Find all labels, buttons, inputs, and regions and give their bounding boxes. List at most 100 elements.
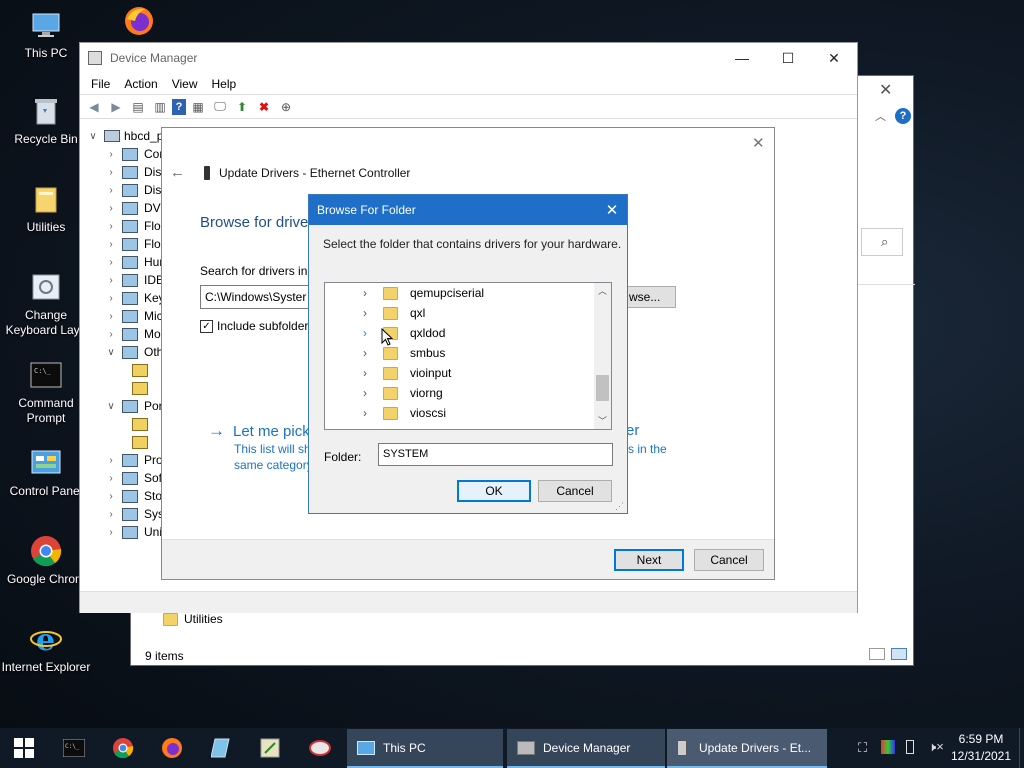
scroll-up-icon[interactable]: ︿ [594, 283, 611, 299]
folder-tree-item[interactable]: › vioscsi [325, 403, 446, 423]
folder-tree-item[interactable]: › qxl [325, 303, 425, 323]
menu-action[interactable]: Action [117, 77, 164, 91]
clock-time[interactable]: 6:59 PM [948, 732, 1014, 746]
desktop-icon-internet-explorer[interactable]: e Internet Explorer [0, 622, 92, 675]
chevron-right-icon[interactable]: › [106, 473, 116, 484]
folder-tree-item[interactable]: › vioinput [325, 363, 451, 383]
menu-help[interactable]: Help [205, 77, 244, 91]
desktop-icon-firefox[interactable] [94, 4, 184, 42]
driver-path-input[interactable]: C:\Windows\Syster [200, 285, 310, 309]
cancel-button[interactable]: Cancel [694, 549, 764, 571]
tree-root[interactable]: ∨ hbcd_p [88, 127, 163, 145]
tree-category[interactable]: › Flop [106, 217, 167, 235]
monitor-icon[interactable]: 🖵 [210, 97, 230, 117]
taskbar-window-device-manager[interactable]: Device Manager [507, 729, 665, 768]
tree-category[interactable]: › IDE [106, 271, 164, 289]
color-app-icon[interactable] [881, 740, 895, 754]
tree-category[interactable]: › Disk [106, 163, 167, 181]
tree-category[interactable]: › Pro [106, 451, 162, 469]
maximize-button[interactable]: ☐ [765, 43, 811, 73]
let-me-pick-link-tail[interactable]: er [626, 422, 639, 439]
taskbar-firefox[interactable] [148, 728, 196, 768]
next-button[interactable]: Next [614, 549, 684, 571]
chevron-down-icon[interactable]: ∨ [88, 131, 98, 142]
volume-muted-icon[interactable]: 🕨× [928, 739, 944, 755]
chevron-right-icon[interactable]: › [106, 491, 116, 502]
chevron-right-icon[interactable]: › [363, 286, 377, 300]
taskbar-window-update-drivers[interactable]: Update Drivers - Et... [667, 729, 827, 768]
taskbar-editor[interactable] [246, 728, 294, 768]
tree-category[interactable]: › Uni [106, 523, 162, 541]
tree-category[interactable]: › DVD [106, 199, 169, 217]
chevron-right-icon[interactable]: › [106, 185, 116, 196]
tree-category[interactable]: › Flop [106, 235, 167, 253]
usb-icon[interactable] [906, 740, 914, 754]
chevron-right-icon[interactable]: › [106, 203, 116, 214]
folder-tree-item[interactable]: › viorng [325, 383, 443, 403]
update-driver-icon[interactable]: ⬆ [232, 97, 252, 117]
chevron-right-icon[interactable]: › [106, 311, 116, 322]
chevron-right-icon[interactable]: › [363, 406, 377, 420]
chevron-right-icon[interactable]: › [106, 275, 116, 286]
chevron-right-icon[interactable]: › [106, 221, 116, 232]
taskbar-command-prompt[interactable]: C:\_ [50, 728, 98, 768]
folder-tree-item[interactable]: › qemupciserial [325, 283, 484, 303]
tree-category[interactable]: › Key [106, 289, 164, 307]
tree-category[interactable]: › Mic [106, 307, 162, 325]
checkbox-checked-icon[interactable]: ✓ [200, 319, 213, 333]
vertical-scrollbar[interactable]: ︿ ﹀ [594, 283, 611, 429]
browse-button[interactable]: wse... [626, 286, 676, 308]
list-view-icon[interactable]: ▥ [150, 97, 170, 117]
network-icon[interactable]: ⛶ [858, 740, 867, 756]
start-button[interactable] [0, 728, 48, 768]
help-icon[interactable]: ? [895, 108, 911, 124]
include-subfolders-checkbox[interactable]: ✓ Include subfolder [200, 319, 308, 333]
menu-view[interactable]: View [165, 77, 205, 91]
tree-child-device[interactable] [132, 361, 154, 379]
minimize-button[interactable]: — [719, 43, 765, 73]
chevron-up-icon[interactable]: ︿ [875, 108, 886, 124]
taskbar-tool[interactable] [296, 728, 344, 768]
chevron-right-icon[interactable]: › [363, 386, 377, 400]
tree-category[interactable]: › Disp [106, 181, 168, 199]
chevron-right-icon[interactable]: › [106, 239, 116, 250]
tree-category[interactable]: › Mo [106, 325, 160, 343]
chevron-right-icon[interactable]: › [106, 167, 116, 178]
ok-button[interactable]: OK [457, 480, 531, 502]
help-icon[interactable]: ? [172, 98, 186, 115]
taskbar-notepad[interactable] [197, 728, 245, 768]
title-bar[interactable]: Browse For Folder ✕ [309, 195, 627, 225]
back-arrow-icon[interactable]: ← [170, 164, 185, 181]
show-hidden-icon[interactable]: ▦ [188, 97, 208, 117]
close-button[interactable]: ✕ [811, 43, 857, 73]
menu-file[interactable]: File [84, 77, 117, 91]
browse-for-folder-dialog[interactable]: Browse For Folder ✕ Select the folder th… [308, 194, 628, 514]
chevron-right-icon[interactable]: › [363, 306, 377, 320]
chevron-right-icon[interactable]: › [106, 455, 116, 466]
chevron-right-icon[interactable]: › [106, 329, 116, 340]
tree-child-device[interactable] [132, 379, 154, 397]
list-item[interactable]: Utilities [163, 612, 223, 626]
close-icon[interactable]: ✕ [879, 80, 892, 100]
tree-category[interactable]: › Soft [106, 469, 165, 487]
folder-input[interactable]: SYSTEM [378, 443, 613, 466]
download-icon[interactable]: ⊕ [276, 97, 296, 117]
let-me-pick-link[interactable]: → Let me pick [208, 421, 310, 441]
title-bar[interactable]: Device Manager — ☐ ✕ [80, 43, 857, 73]
cancel-button[interactable]: Cancel [538, 480, 612, 502]
close-icon[interactable]: ✕ [752, 134, 765, 152]
chevron-right-icon[interactable]: › [106, 257, 116, 268]
properties-icon[interactable]: ▤ [128, 97, 148, 117]
forward-arrow-icon[interactable]: ▶ [106, 97, 126, 117]
chevron-right-icon[interactable]: › [363, 326, 377, 340]
uninstall-icon[interactable]: ✖ [254, 97, 274, 117]
folder-tree[interactable]: › qemupciserial › qxl › qxldod › smbus › vioinput… [324, 282, 612, 430]
tree-category[interactable]: ∨ Oth [106, 343, 163, 361]
taskbar-window-this-pc[interactable]: This PC [347, 729, 503, 768]
chevron-right-icon[interactable]: › [363, 366, 377, 380]
details-view-icon[interactable] [869, 648, 885, 660]
chevron-right-icon[interactable]: › [106, 509, 116, 520]
scrollbar-thumb[interactable] [596, 375, 609, 401]
tree-category[interactable]: ∨ Por [106, 397, 162, 415]
chevron-right-icon[interactable]: › [106, 149, 116, 160]
